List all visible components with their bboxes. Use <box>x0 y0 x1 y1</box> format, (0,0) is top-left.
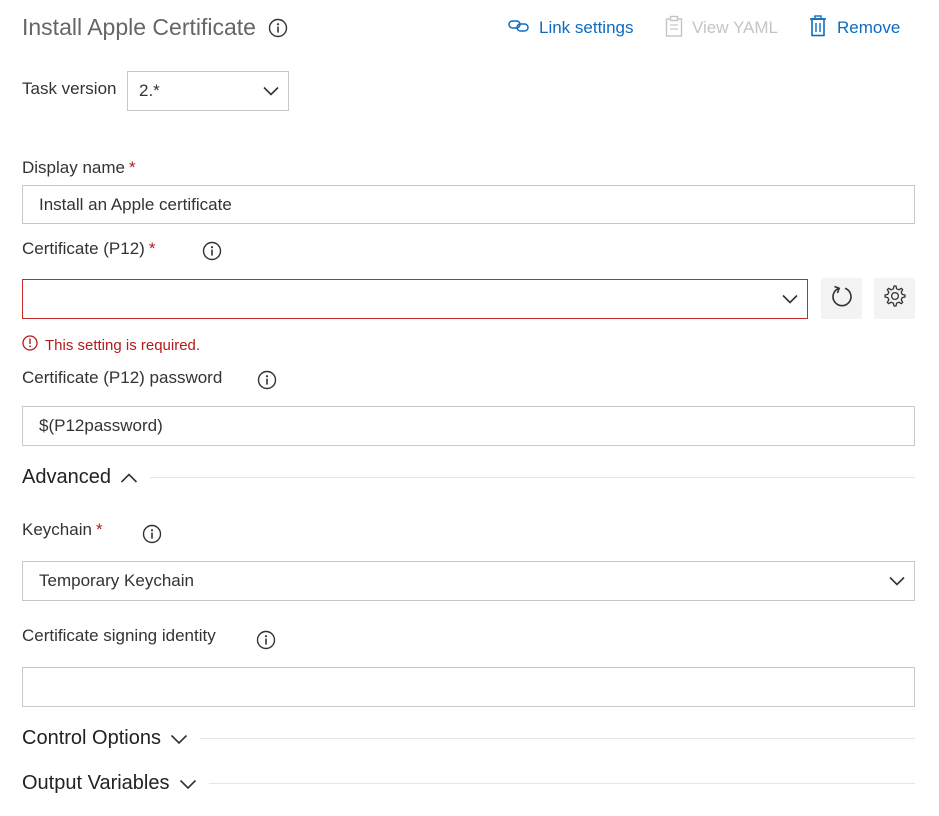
advanced-section-header[interactable]: Advanced <box>22 466 915 489</box>
remove-button[interactable]: Remove <box>808 14 901 42</box>
certificate-password-info-icon[interactable] <box>257 370 277 390</box>
control-options-section-header[interactable]: Control Options <box>22 727 915 750</box>
signing-identity-label: Certificate signing identity <box>22 626 216 645</box>
title-info-icon[interactable] <box>268 18 288 38</box>
chevron-down-icon <box>773 294 807 304</box>
keychain-label: Keychain * <box>22 520 103 539</box>
remove-label: Remove <box>837 18 901 37</box>
chevron-up-icon <box>120 472 138 484</box>
display-name-label: Display name * <box>22 158 136 177</box>
trash-icon <box>808 14 828 42</box>
keychain-select[interactable]: Temporary Keychain <box>22 561 915 601</box>
required-mark: * <box>148 239 156 258</box>
output-variables-title: Output Variables <box>22 772 170 794</box>
gear-icon <box>883 285 906 312</box>
clipboard-icon <box>665 15 683 42</box>
signing-identity-input[interactable] <box>22 667 915 707</box>
chevron-down-icon <box>880 576 914 586</box>
certificate-select[interactable] <box>22 279 808 319</box>
page-title: Install Apple Certificate <box>22 14 256 40</box>
chevron-down-icon <box>254 86 288 96</box>
section-divider <box>149 477 915 478</box>
required-mark: * <box>129 158 136 177</box>
error-icon <box>22 335 38 355</box>
link-settings-label: Link settings <box>539 18 634 37</box>
view-yaml-label: View YAML <box>692 18 778 37</box>
task-version-label: Task version <box>22 79 117 98</box>
view-yaml-button[interactable]: View YAML <box>665 15 778 41</box>
keychain-value: Temporary Keychain <box>39 571 194 590</box>
advanced-title: Advanced <box>22 466 111 488</box>
chevron-down-icon <box>170 733 188 745</box>
task-version-value: 2.* <box>139 81 160 100</box>
link-icon <box>508 18 530 39</box>
required-mark: * <box>95 520 103 539</box>
error-message: This setting is required. <box>45 336 201 354</box>
control-options-title: Control Options <box>22 727 161 749</box>
certificate-password-label: Certificate (P12) password <box>22 368 223 387</box>
display-name-input[interactable]: Install an Apple certificate <box>22 185 915 224</box>
display-name-value: Install an Apple certificate <box>39 194 232 214</box>
certificate-password-value: $(P12password) <box>39 416 163 435</box>
section-divider <box>199 738 915 739</box>
output-variables-section-header[interactable]: Output Variables <box>22 772 915 795</box>
keychain-info-icon[interactable] <box>142 524 162 544</box>
certificate-info-icon[interactable] <box>202 241 222 261</box>
refresh-icon <box>830 284 854 313</box>
refresh-button[interactable] <box>821 278 862 319</box>
chevron-down-icon <box>179 778 197 790</box>
certificate-password-input[interactable]: $(P12password) <box>22 406 915 446</box>
link-settings-button[interactable]: Link settings <box>508 15 634 41</box>
section-divider <box>208 783 915 784</box>
signing-identity-info-icon[interactable] <box>256 630 276 650</box>
task-version-select[interactable]: 2.* <box>127 71 289 111</box>
manage-button[interactable] <box>874 278 915 319</box>
certificate-error: This setting is required. <box>22 335 200 355</box>
certificate-label: Certificate (P12) * <box>22 239 156 258</box>
